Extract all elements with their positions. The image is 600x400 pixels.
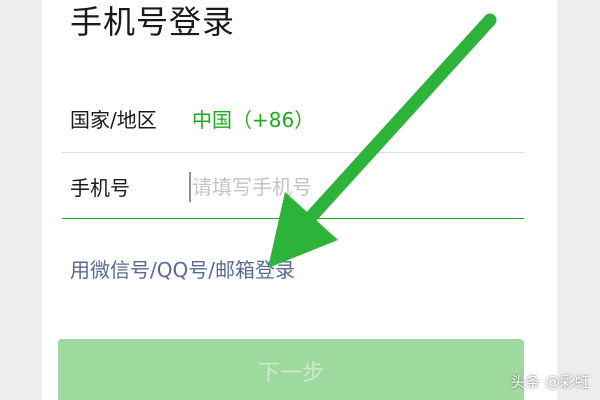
country-selector[interactable]: 中国（+86）: [192, 106, 314, 134]
text-caret: [189, 172, 191, 202]
next-button[interactable]: 下一步: [58, 339, 524, 400]
login-screen: 手机号登录 国家/地区 中国（+86） 手机号 用微信号/QQ号/邮箱登录 下一…: [0, 0, 600, 400]
country-label: 国家/地区: [70, 108, 157, 132]
divider: [62, 152, 524, 153]
phone-label: 手机号: [70, 176, 130, 200]
alt-login-link[interactable]: 用微信号/QQ号/邮箱登录: [70, 256, 295, 284]
input-underline: [62, 218, 524, 219]
watermark: 头条 @彩虹: [510, 373, 590, 391]
phone-input[interactable]: [190, 170, 512, 204]
page-title: 手机号登录: [70, 3, 236, 41]
